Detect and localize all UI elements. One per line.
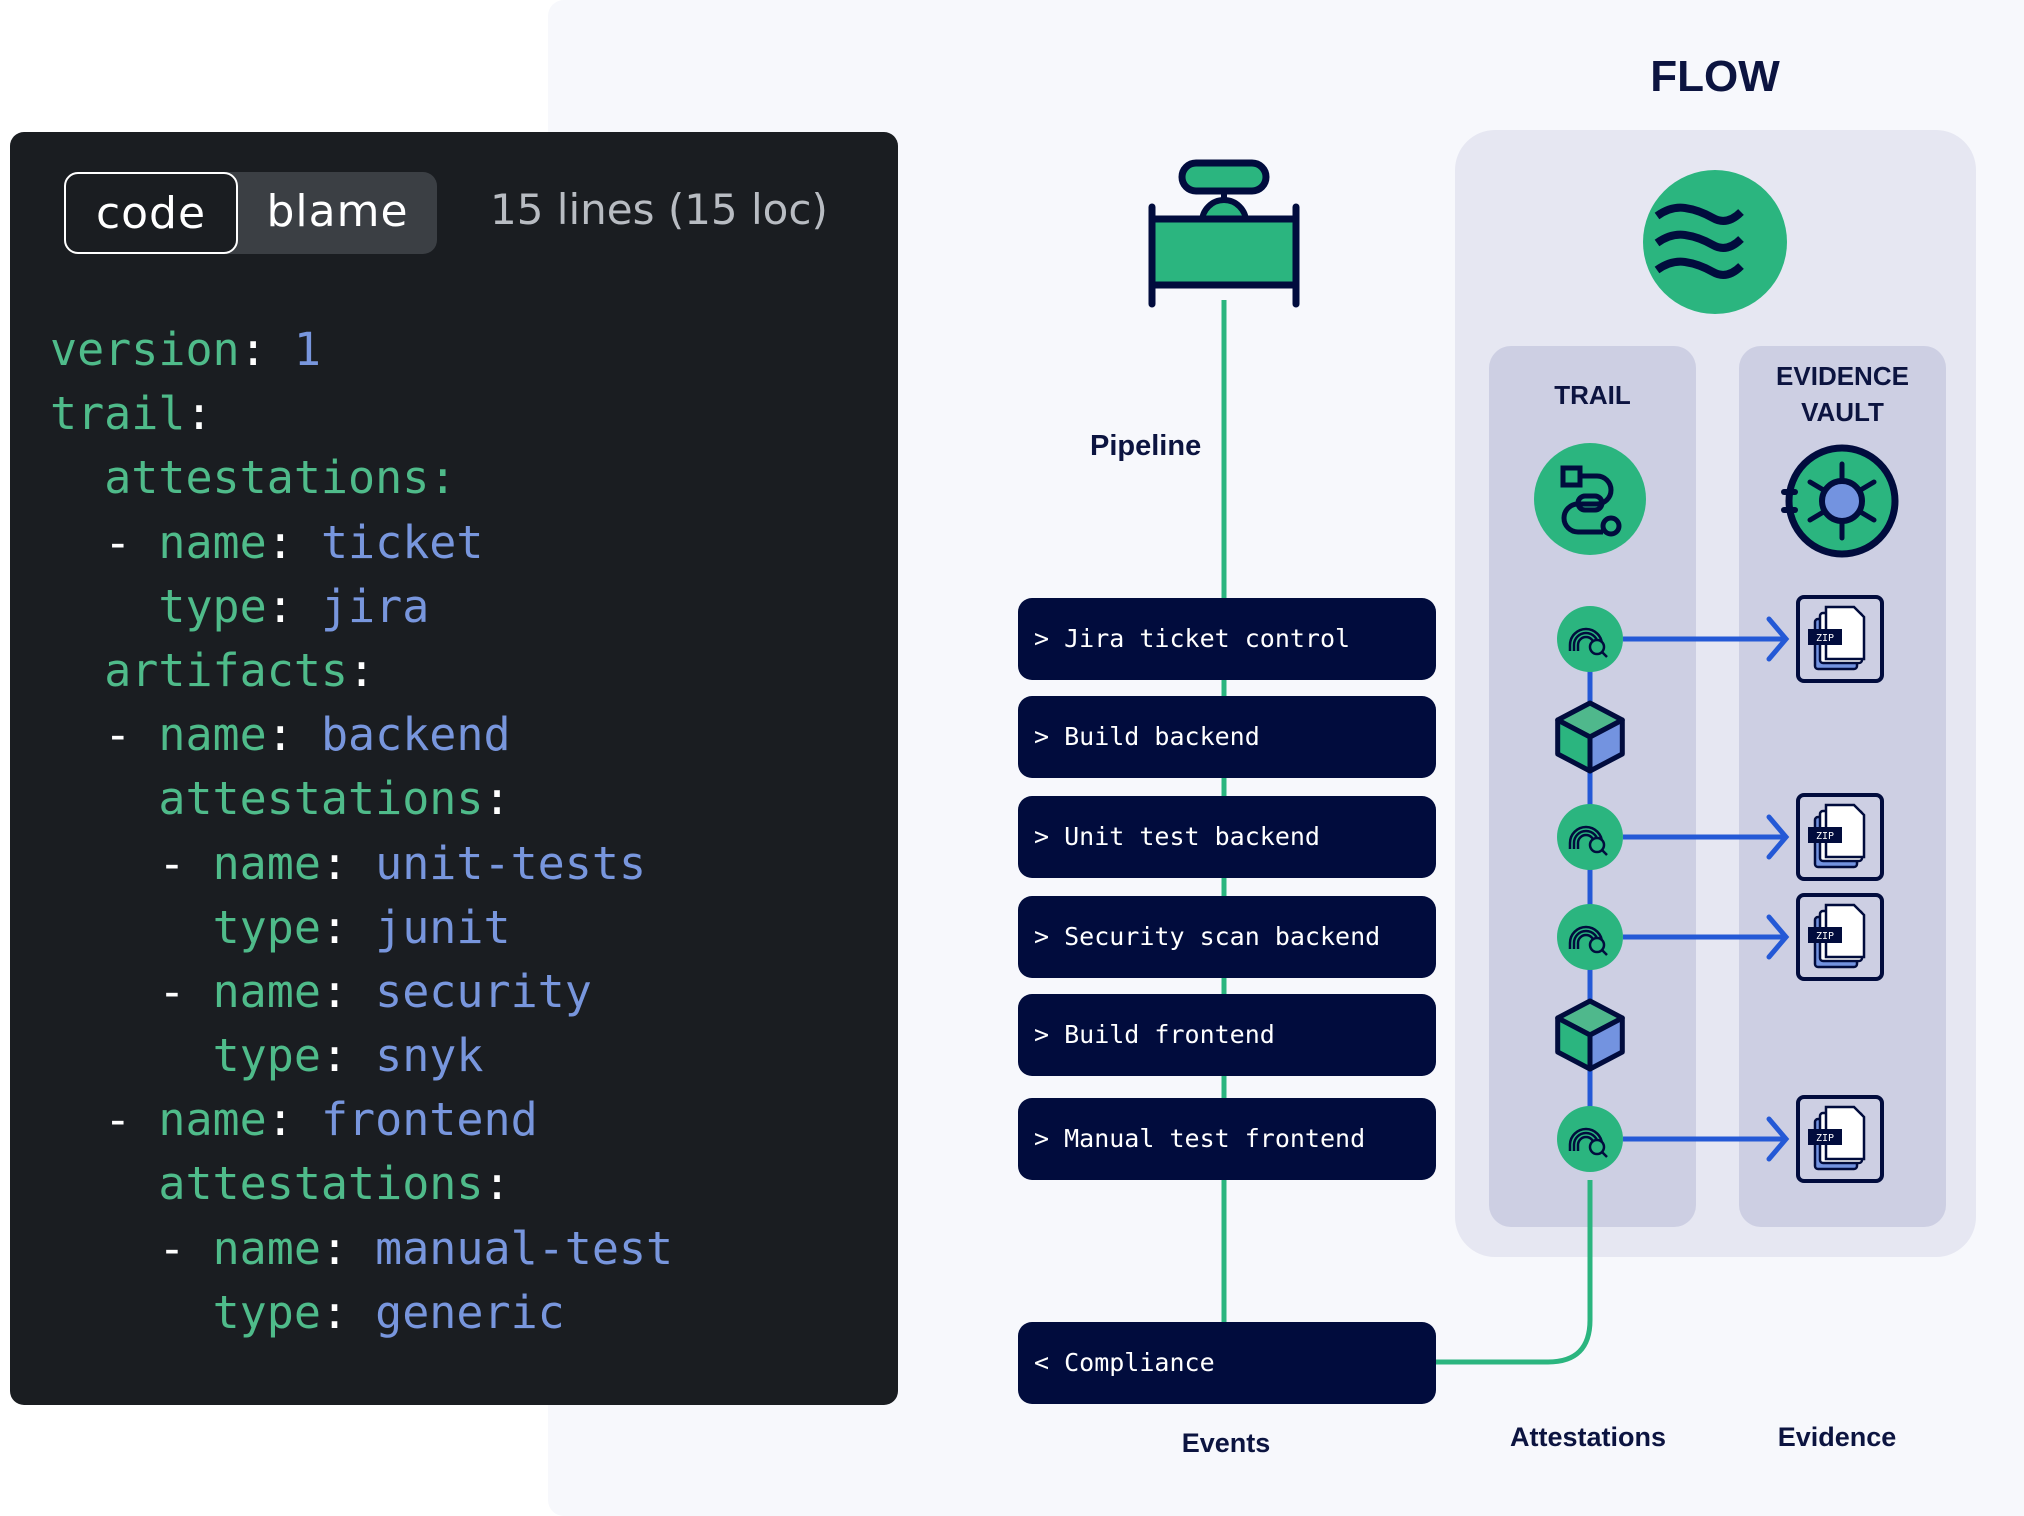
fingerprint-search-icon[interactable]: [1557, 606, 1623, 672]
zip-files-icon[interactable]: ZIP: [1796, 1095, 1884, 1183]
event-step[interactable]: > Build frontend: [1018, 994, 1436, 1076]
zip-files-icon[interactable]: ZIP: [1796, 595, 1884, 683]
fingerprint-search-icon[interactable]: [1557, 804, 1623, 870]
cube-icon[interactable]: [1555, 998, 1625, 1072]
zip-label: ZIP: [1816, 1133, 1834, 1144]
event-step[interactable]: > Jira ticket control: [1018, 598, 1436, 680]
connector-layer: ZIP ZIP ZIP ZIP: [1148, 159, 1899, 1365]
event-step[interactable]: > Build backend: [1018, 696, 1436, 778]
evidence-label: Evidence: [1777, 1422, 1897, 1452]
zip-label: ZIP: [1816, 831, 1834, 842]
zip-files-icon[interactable]: ZIP: [1796, 893, 1884, 981]
compliance-connector: [1436, 1180, 1593, 1365]
cube-icon[interactable]: [1555, 700, 1625, 774]
fingerprint-search-icon[interactable]: [1557, 1106, 1623, 1172]
valve-icon: [1148, 159, 1300, 308]
waves-icon: [1643, 170, 1787, 314]
events-label: Events: [1181, 1428, 1271, 1458]
event-step[interactable]: > Security scan backend: [1018, 896, 1436, 978]
zip-files-icon[interactable]: ZIP: [1796, 793, 1884, 881]
zip-label: ZIP: [1816, 931, 1834, 942]
vault-icon: [1781, 444, 1899, 558]
route-icon: [1534, 443, 1646, 555]
attestations-label: Attestations: [1509, 1422, 1666, 1452]
event-step[interactable]: > Unit test backend: [1018, 796, 1436, 878]
fingerprint-search-icon[interactable]: [1557, 904, 1623, 970]
compliance-event[interactable]: < Compliance: [1018, 1322, 1436, 1404]
zip-label: ZIP: [1816, 633, 1834, 644]
event-step[interactable]: > Manual test frontend: [1018, 1098, 1436, 1180]
